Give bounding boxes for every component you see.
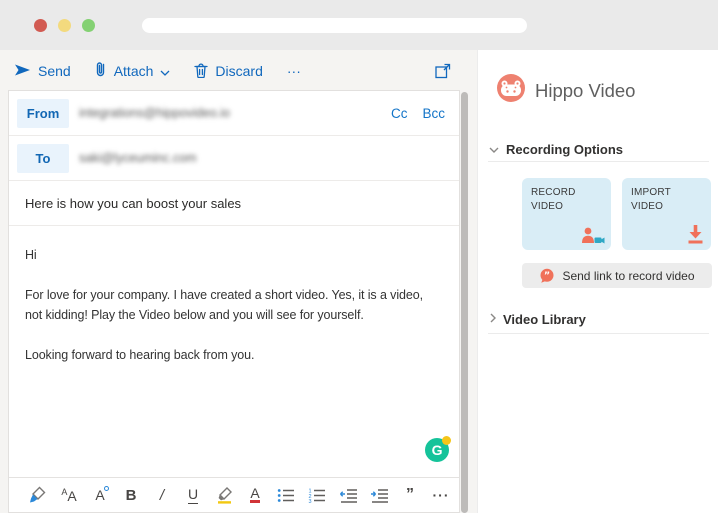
discard-button[interactable]: Discard (194, 62, 262, 81)
quote-button[interactable]: ” (400, 484, 420, 506)
video-library-section[interactable]: Video Library (490, 310, 586, 328)
divider (488, 333, 709, 334)
bcc-button[interactable]: Bcc (422, 106, 445, 121)
addin-header: Hippo Video (497, 74, 635, 107)
attach-label: Attach (114, 63, 154, 79)
email-body-editor[interactable]: Hi For love for your company. I have cre… (9, 226, 459, 477)
window-minimize-icon[interactable] (58, 19, 71, 32)
send-label: Send (38, 63, 71, 79)
send-icon (14, 62, 31, 81)
body-paragraph: Looking forward to hearing back from you… (25, 345, 443, 365)
bullet-list-icon[interactable] (276, 484, 296, 506)
cc-button[interactable]: Cc (391, 106, 408, 121)
compose-panel: Send Attach Discard ··· (0, 50, 477, 513)
addin-title: Hippo Video (535, 80, 635, 102)
compose-toolbar: Send Attach Discard ··· (14, 56, 301, 86)
hippo-video-addin-panel: Hippo Video Recording Options RECORD VID… (477, 50, 718, 513)
attach-button[interactable]: Attach (95, 61, 171, 81)
import-download-icon (686, 224, 705, 244)
video-library-label: Video Library (503, 312, 586, 327)
chevron-right-icon (490, 310, 496, 328)
body-paragraph: For love for your company. I have create… (25, 285, 443, 325)
font-color-button[interactable]: A (245, 484, 265, 506)
format-more-button[interactable]: ··· (431, 484, 451, 506)
font-icon[interactable]: AA (59, 484, 79, 506)
subject-input[interactable]: Here is how you can boost your sales (9, 181, 459, 226)
chevron-down-icon (489, 140, 499, 158)
format-painter-icon[interactable] (28, 484, 48, 506)
compose-card: From integrations@hippovideo.io Cc Bcc T… (8, 90, 460, 513)
highlight-icon[interactable] (214, 484, 234, 506)
from-address[interactable]: integrations@hippovideo.io (79, 106, 230, 120)
recording-options-section[interactable]: Recording Options (489, 140, 623, 158)
from-button[interactable]: From (17, 99, 69, 128)
bold-button[interactable]: B (121, 484, 141, 506)
scrollbar[interactable] (461, 92, 468, 513)
send-link-to-record-button[interactable]: ” Send link to record video (522, 263, 712, 288)
font-size-icon[interactable]: A (90, 484, 110, 506)
numbered-list-icon[interactable]: 1 2 3 (307, 484, 327, 506)
discard-label: Discard (215, 63, 262, 79)
divider (488, 161, 709, 162)
paperclip-icon (95, 61, 107, 81)
record-video-card[interactable]: RECORD VIDEO (522, 178, 611, 250)
record-video-label: RECORD VIDEO (522, 178, 582, 214)
grammarly-notification-dot (442, 436, 451, 445)
scrollbar-thumb[interactable] (461, 92, 468, 513)
import-video-card[interactable]: IMPORT VIDEO (622, 178, 711, 250)
chevron-down-icon (160, 63, 170, 79)
from-row: From integrations@hippovideo.io Cc Bcc (9, 91, 459, 136)
send-link-label: Send link to record video (562, 269, 694, 283)
trash-icon (194, 62, 208, 81)
italic-button[interactable]: / (152, 484, 172, 506)
hippo-video-logo-icon (497, 74, 525, 107)
speech-bubble-quote-icon: ” (539, 268, 555, 284)
svg-text:3: 3 (309, 499, 312, 503)
window-close-icon[interactable] (34, 19, 47, 32)
address-bar[interactable] (142, 18, 527, 33)
to-button[interactable]: To (17, 144, 69, 173)
grammarly-button[interactable]: G (425, 436, 451, 462)
recording-options-label: Recording Options (506, 142, 623, 157)
decrease-indent-icon[interactable] (338, 484, 358, 506)
svg-text:”: ” (544, 270, 550, 281)
window-maximize-icon[interactable] (82, 19, 95, 32)
send-button[interactable]: Send (14, 62, 71, 81)
underline-button[interactable]: U (183, 484, 203, 506)
more-options-button[interactable]: ··· (287, 63, 301, 79)
browser-chrome (0, 0, 718, 50)
increase-indent-icon[interactable] (369, 484, 389, 506)
record-person-camera-icon (580, 227, 605, 244)
popout-button[interactable] (434, 62, 452, 80)
to-address[interactable]: saki@lyceuminc.com (79, 151, 197, 165)
body-greeting: Hi (25, 245, 443, 265)
to-row: To saki@lyceuminc.com (9, 136, 459, 181)
import-video-label: IMPORT VIDEO (622, 178, 682, 214)
formatting-toolbar: AA A B / U A (9, 477, 459, 512)
